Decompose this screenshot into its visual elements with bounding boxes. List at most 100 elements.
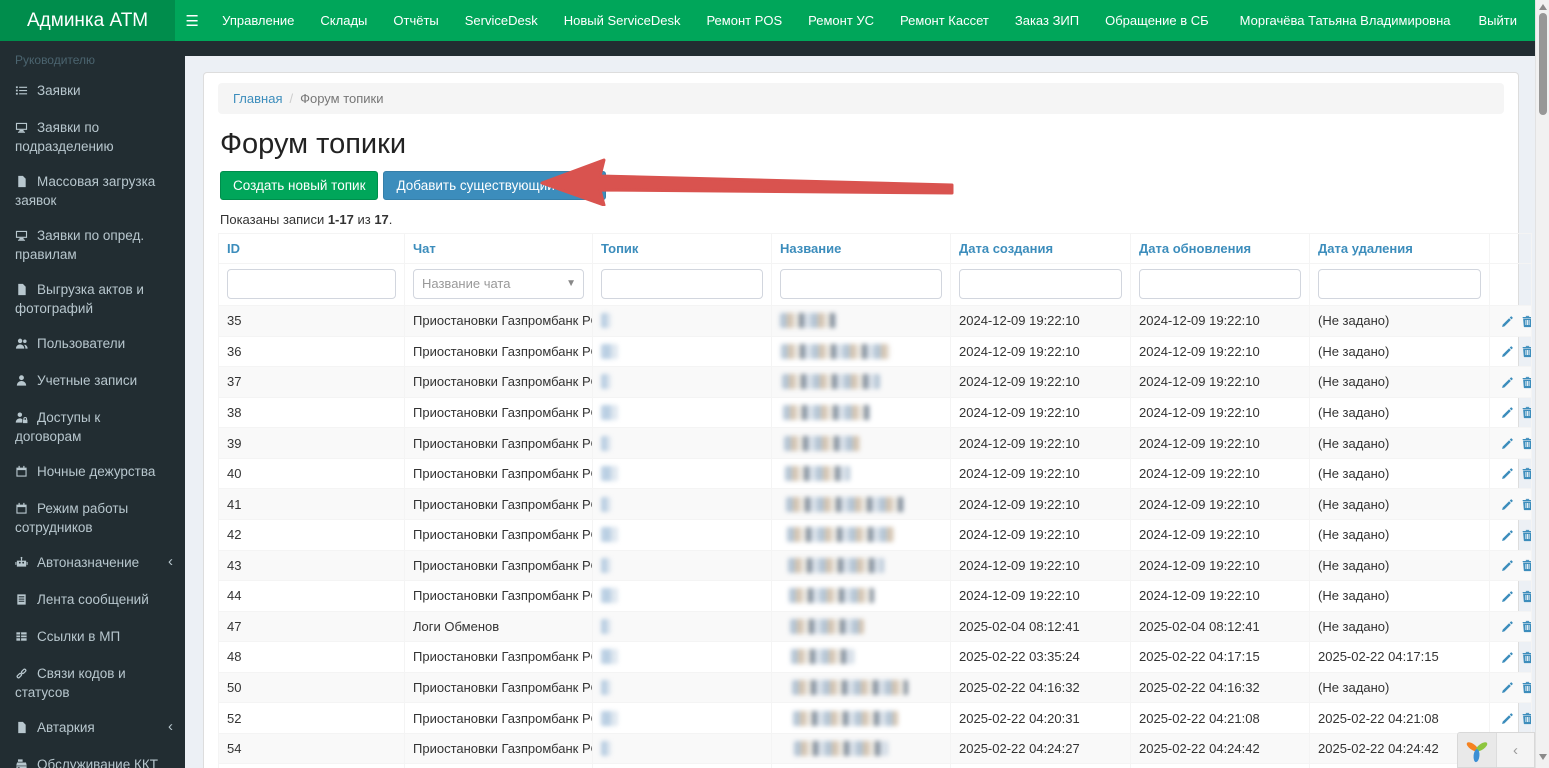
cell-chat: Приостановки Газпромбанк POS [404,488,593,520]
edit-pencil-icon[interactable] [1501,559,1515,573]
edit-pencil-icon[interactable] [1501,467,1515,481]
column-header-дата-удаления[interactable]: Дата удаления [1309,233,1490,264]
sidebar-item-выгрузка-актов-и-фотографий[interactable]: Выгрузка актов и фотографий [0,272,185,326]
edit-pencil-icon[interactable] [1501,681,1515,695]
cell-topic [592,671,772,704]
delete-trash-icon[interactable] [1521,467,1531,481]
delete-trash-icon[interactable] [1521,529,1531,543]
delete-trash-icon[interactable] [1521,681,1531,695]
filter-topic-input[interactable] [601,269,763,299]
sidebar-item-пользователи[interactable]: Пользователи [0,326,185,363]
filter-name-input[interactable] [780,269,942,299]
navbar-item-управление[interactable]: Управление [209,0,307,41]
column-header-название[interactable]: Название [771,233,951,264]
sidebar-item-автоназначение[interactable]: Автоназначение ‹ [0,545,185,582]
sidebar-item-лента-сообщений[interactable]: Лента сообщений [0,582,185,619]
redacted-topic [601,527,618,543]
sidebar-item-связи-кодов-и-статусов[interactable]: Связи кодов и статусов [0,656,185,710]
widget-collapse-button[interactable]: ‹ [1495,733,1534,767]
redacted-name [793,710,898,726]
sidebar-item-массовая-загрузка-заявок[interactable]: Массовая загрузка заявок [0,164,185,218]
delete-trash-icon[interactable] [1521,315,1531,329]
navbar-item-ремонт-кассет[interactable]: Ремонт Кассет [887,0,1002,41]
column-header-id[interactable]: ID [218,233,405,264]
cell-created: 2024-12-09 19:22:10 [950,305,1131,337]
edit-pencil-icon[interactable] [1501,590,1515,604]
cell-topic [592,305,772,337]
sidebar-item-ночные-дежурства[interactable]: Ночные дежурства [0,454,185,491]
navbar-item-ремонт-pos[interactable]: Ремонт POS [693,0,795,41]
delete-trash-icon[interactable] [1521,376,1531,390]
edit-pencil-icon[interactable] [1501,498,1515,512]
edit-pencil-icon[interactable] [1501,315,1515,329]
logout-link[interactable]: Выйти [1469,13,1536,28]
sidebar-item-доступы-к-договорам[interactable]: Доступы к договорам [0,400,185,454]
navbar-item-обращение-в-сб[interactable]: Обращение в СБ [1092,0,1222,41]
sidebar-item-ссылки-в-мп[interactable]: Ссылки в МП [0,619,185,656]
navbar-item-склады[interactable]: Склады [307,0,380,41]
delete-trash-icon[interactable] [1521,406,1531,420]
scrollbar-thumb[interactable] [1539,13,1547,115]
filter-created-input[interactable] [959,269,1122,299]
cell-updated: 2024-12-09 19:22:10 [1130,457,1310,490]
cell-topic [592,366,772,398]
column-header-чат[interactable]: Чат [404,233,593,264]
navbar-item-новый-servicedesk[interactable]: Новый ServiceDesk [551,0,694,41]
sidebar-item-заявки[interactable]: Заявки [0,73,185,110]
redacted-topic [601,496,611,512]
edit-pencil-icon[interactable] [1501,437,1515,451]
sidebar-item-заявки-по-подразделению[interactable]: Заявки по подразделению [0,110,185,164]
pinwheel-logo-icon[interactable] [1458,733,1496,767]
calendar-icon [15,465,37,482]
scroll-up-arrow-icon[interactable] [1539,4,1547,10]
column-header-дата-обновления[interactable]: Дата обновления [1130,233,1310,264]
cell-topic [592,732,772,765]
delete-trash-icon[interactable] [1521,590,1531,604]
navbar-item-заказ-зип[interactable]: Заказ ЗИП [1002,0,1092,41]
cell-actions [1489,335,1532,368]
column-header-дата-создания[interactable]: Дата создания [950,233,1131,264]
create-topic-button[interactable]: Создать новый топик [220,171,379,200]
navbar-item-отчёты[interactable]: Отчёты [380,0,451,41]
delete-trash-icon[interactable] [1521,437,1531,451]
delete-trash-icon[interactable] [1521,498,1531,512]
edit-pencil-icon[interactable] [1501,529,1515,543]
sidebar-item-обслуживание-ккт[interactable]: Обслуживание ККТ [0,747,185,768]
sidebar-item-учетные-записи[interactable]: Учетные записи [0,363,185,400]
brand-logo[interactable]: Админка АТМ [0,0,176,41]
redacted-name [792,680,908,696]
sidebar-item-автаркия[interactable]: Автаркия ‹ [0,710,185,747]
chevron-left-icon: ‹ [1512,741,1518,759]
sidebar-toggle-icon[interactable]: ☰ [175,0,209,41]
filter-updated-input[interactable] [1139,269,1301,299]
delete-trash-icon[interactable] [1521,559,1531,573]
scroll-down-arrow-icon[interactable] [1539,754,1547,760]
delete-trash-icon[interactable] [1521,651,1531,665]
cell-updated: 2025-02-04 08:12:41 [1130,610,1310,643]
navbar-item-ремонт-ус[interactable]: Ремонт УС [795,0,887,41]
table-row: 47 Логи Обменов 2025-02-04 08:12:41 2025-02… [218,610,1532,643]
edit-pencil-icon[interactable] [1501,376,1515,390]
filter-chat-select[interactable]: Название чата ▼ [413,269,584,299]
navbar-item-servicedesk[interactable]: ServiceDesk [452,0,551,41]
cell-name [771,427,951,459]
breadcrumb-home-link[interactable]: Главная [233,91,282,106]
add-existing-topic-button[interactable]: Добавить существующий топик [383,171,606,200]
sidebar-item-заявки-по-опред-правилам[interactable]: Заявки по опред. правилам [0,218,185,272]
delete-trash-icon[interactable] [1521,712,1531,726]
edit-pencil-icon[interactable] [1501,620,1515,634]
delete-trash-icon[interactable] [1521,620,1531,634]
filter-deleted-input[interactable] [1318,269,1481,299]
edit-pencil-icon[interactable] [1501,345,1515,359]
filter-id-input[interactable] [227,269,396,299]
column-header-топик[interactable]: Топик [592,233,772,264]
sidebar-item-режим-работы-сотрудников[interactable]: Режим работы сотрудников [0,491,185,545]
edit-pencil-icon[interactable] [1501,712,1515,726]
delete-trash-icon[interactable] [1521,345,1531,359]
top-menu: Управление Склады Отчёты ServiceDesk Новый S… [209,0,1222,41]
cell-created: 2024-12-09 19:22:10 [950,549,1131,582]
cell-id: 39 [218,427,405,459]
edit-pencil-icon[interactable] [1501,651,1515,665]
edit-pencil-icon[interactable] [1501,406,1515,420]
user-name-link[interactable]: Моргачёва Татьяна Владимировна [1222,13,1469,28]
